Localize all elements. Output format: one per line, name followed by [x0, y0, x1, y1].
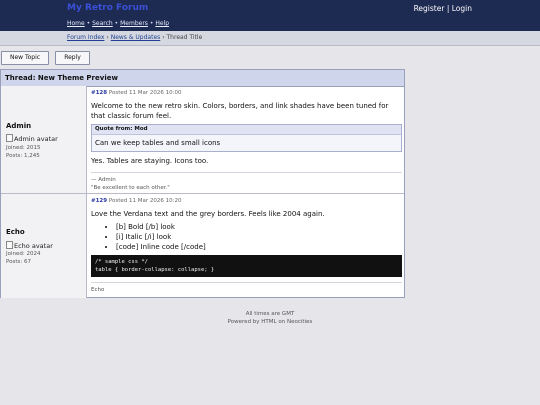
- post-permalink[interactable]: #129: [91, 198, 107, 204]
- post-128: Admin Admin avatar Joined: 2015 Posts: 1…: [1, 86, 404, 194]
- breadcrumb-news-updates[interactable]: News & Updates: [111, 34, 161, 41]
- main-nav: Home • Search • Members • Help: [67, 20, 169, 27]
- broken-image-icon: [6, 241, 13, 249]
- author-joined: Joined: 2015: [6, 145, 41, 151]
- post-129: Echo Echo avatar Joined: 2024 Posts: 67 …: [1, 194, 404, 298]
- list-item: [b] Bold [/b] look: [116, 222, 206, 232]
- avatar: Echo avatar: [6, 241, 53, 250]
- footer-powered-by: Powered by HTML on Neocities: [227, 319, 313, 325]
- author-meta: Joined: 2015 Posts: 1,245: [6, 144, 40, 160]
- post-author-name[interactable]: Echo: [6, 228, 25, 236]
- list-item: [code] Inline code [/code]: [116, 242, 206, 252]
- post-author-name[interactable]: Admin: [6, 122, 31, 130]
- new-topic-button[interactable]: New Topic: [1, 51, 49, 65]
- avatar-alt-text: Admin avatar: [14, 135, 58, 143]
- post-header: #129 Posted 11 Mar 2026 10:20: [91, 198, 181, 204]
- author-post-count: Posts: 67: [6, 259, 31, 265]
- post-body-text: Welcome to the new retro skin. Colors, b…: [91, 102, 389, 120]
- nav-separator: •: [149, 20, 154, 27]
- post-author-panel: Echo Echo avatar Joined: 2024 Posts: 67: [1, 194, 87, 298]
- quote-body: Can we keep tables and small icons: [95, 139, 221, 147]
- breadcrumb-current: Thread Title: [166, 34, 203, 41]
- post-reply-text: Yes. Tables are staying. Icons too.: [91, 157, 209, 165]
- post-permalink[interactable]: #128: [91, 90, 107, 96]
- footer-timezone: All times are GMT: [245, 311, 295, 317]
- nav-separator: •: [114, 20, 119, 27]
- nav-home-link[interactable]: Home: [67, 20, 85, 27]
- breadcrumb-separator: ›: [106, 34, 109, 41]
- breadcrumb-bar: Forum Index › News & Updates › Thread Ti…: [0, 31, 540, 46]
- author-joined: Joined: 2024: [6, 251, 41, 257]
- bbcode-list: [b] Bold [/b] look [i] Italic [/i] look …: [91, 222, 206, 252]
- nav-members-link[interactable]: Members: [120, 20, 148, 27]
- avatar-alt-text: Echo avatar: [14, 242, 53, 250]
- nav-search-link[interactable]: Search: [92, 20, 113, 27]
- post-signature: — Admin "Be excellent to each other.": [91, 172, 402, 192]
- thread-table: Thread: New Theme Preview Admin Admin av…: [0, 69, 405, 298]
- post-header: #128 Posted 11 Mar 2026 10:00: [91, 90, 181, 96]
- signature-quote: "Be excellent to each other.": [91, 185, 170, 191]
- post-date: Posted 11 Mar 2026 10:20: [108, 198, 182, 204]
- register-link[interactable]: Register: [414, 4, 445, 13]
- breadcrumb: Forum Index › News & Updates › Thread Ti…: [67, 34, 202, 41]
- breadcrumb-forum-index[interactable]: Forum Index: [67, 34, 104, 41]
- post-body-text: Love the Verdana text and the grey borde…: [91, 210, 325, 218]
- quote-block: Quote from: Mod Can we keep tables and s…: [91, 124, 402, 152]
- code-line: table { border-collapse: collapse; }: [95, 267, 215, 273]
- site-title[interactable]: My Retro Forum: [67, 3, 148, 13]
- post-signature: Echo: [91, 282, 402, 294]
- reply-button[interactable]: Reply: [55, 51, 90, 65]
- top-header: My Retro Forum Home • Search • Members •…: [0, 0, 540, 31]
- signature-name: — Admin: [91, 177, 116, 183]
- auth-separator: |: [446, 4, 450, 13]
- post-author-panel: Admin Admin avatar Joined: 2015 Posts: 1…: [1, 86, 87, 193]
- avatar: Admin avatar: [6, 134, 58, 143]
- code-line: /* sample css */: [95, 259, 148, 265]
- nav-help-link[interactable]: Help: [155, 20, 169, 27]
- login-link[interactable]: Login: [452, 4, 472, 13]
- list-item: [i] Italic [/i] look: [116, 232, 206, 242]
- broken-image-icon: [6, 134, 13, 142]
- auth-links: Register | Login: [414, 4, 472, 13]
- nav-separator: •: [86, 20, 91, 27]
- quote-header: Quote from: Mod: [92, 125, 401, 135]
- signature-name: Echo: [91, 287, 105, 293]
- author-post-count: Posts: 1,245: [6, 153, 40, 159]
- code-block: /* sample css */ table { border-collapse…: [91, 255, 402, 277]
- thread-title: Thread: New Theme Preview: [1, 70, 404, 87]
- post-date: Posted 11 Mar 2026 10:00: [108, 90, 182, 96]
- breadcrumb-separator: ›: [162, 34, 165, 41]
- author-meta: Joined: 2024 Posts: 67: [6, 250, 40, 266]
